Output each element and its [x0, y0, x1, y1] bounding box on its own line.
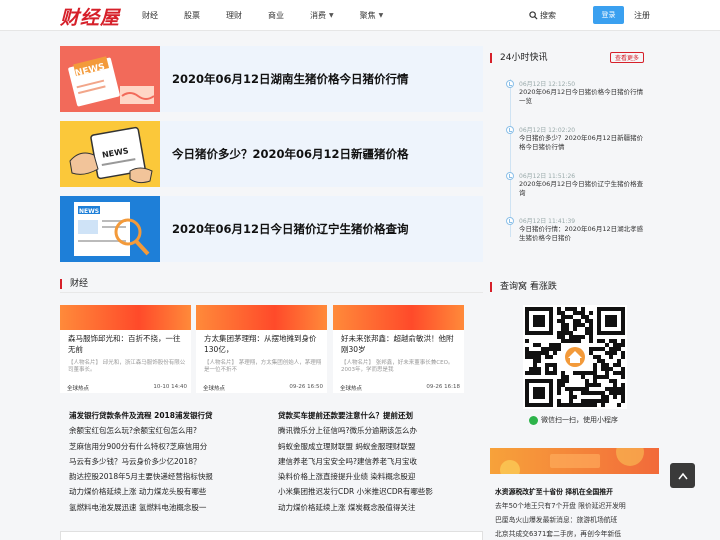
nav-label: 股票	[184, 11, 200, 20]
timeline-line	[510, 79, 511, 237]
card-banner	[60, 305, 191, 330]
list-item[interactable]: 芝麻信用分900分有什么特权?芝麻信用分	[69, 441, 249, 456]
register-link[interactable]: 注册	[634, 10, 650, 21]
flash-text: 今日猪价多少？2020年06月12日新疆猪价格今日猪价行情	[519, 134, 644, 151]
flash-text: 2020年06月12日今日猪价辽宁生猪价格查询	[519, 180, 644, 197]
back-to-top-button[interactable]	[670, 463, 695, 488]
side-list-item[interactable]: 水资源税改扩至十省份 择机在全国推开	[495, 486, 665, 496]
nav-label: 聚焦	[359, 11, 376, 20]
list-item[interactable]: 余额宝红包怎么玩?余额宝红包怎么用?	[69, 425, 249, 440]
card-title: 森马服饰邱光和：百折不挠，一往无前	[68, 334, 181, 354]
featured-article[interactable]: NEWS 今日猪价多少？2020年06月12日新疆猪价格	[60, 121, 483, 187]
qr-code	[523, 305, 627, 409]
side-banner[interactable]	[490, 448, 659, 474]
card-tag[interactable]: 全球热点	[67, 384, 89, 392]
caret-down-icon: ▼	[378, 12, 384, 19]
list-item[interactable]: 浦发银行贷款条件及流程 2018浦发银行贷	[69, 410, 249, 425]
clock-icon	[506, 80, 514, 88]
list-item[interactable]: 染料价格上涨直接提升业绩 染料概念股迎	[278, 471, 458, 486]
qr-caption-text: 微信扫一扫，使用小程序	[541, 416, 618, 424]
card-date: 10-10 14:40	[153, 384, 187, 390]
chevron-up-icon	[677, 472, 688, 479]
nav-label: 理财	[226, 11, 242, 20]
card-summary: 【人物名片】 茅理翔，方太集团创始人，茅理翔是一位不折不	[204, 360, 322, 373]
card-banner	[196, 305, 327, 330]
news-label: NEWS	[79, 208, 99, 215]
site-logo[interactable]: 财经屋	[60, 3, 120, 30]
list-item[interactable]: 小米集团推迟发行CDR 小米推迟CDR有哪些影	[278, 486, 458, 501]
wechat-icon	[529, 415, 538, 425]
list-item[interactable]: 韵达控股2018年5月主要快递经营指标快报	[69, 471, 249, 486]
qr-heading: 查询窝 看涨跌	[490, 282, 557, 292]
article-list-left: 浦发银行贷款条件及流程 2018浦发银行贷 余额宝红包怎么玩?余额宝红包怎么用?…	[69, 410, 249, 517]
nav-item-stocks[interactable]: 股票	[184, 0, 200, 31]
featured-article[interactable]: NEWS 2020年06月12日今日猪价辽宁生猪价格查询	[60, 196, 483, 262]
flash-text: 2020年06月12日今日猪价格今日猪价行情一览	[519, 88, 644, 105]
article-title: 今日猪价多少？2020年06月12日新疆猪价格	[172, 147, 409, 161]
nav-item-wealth[interactable]: 理财	[226, 0, 242, 31]
view-more-button[interactable]: 查看更多	[610, 52, 644, 63]
list-item[interactable]: 建信养老飞月宝安全吗?建信养老飞月宝收	[278, 456, 458, 471]
list-item[interactable]: 腾讯微乐分上征信吗?微乐分逾期该怎么办	[278, 425, 458, 440]
article-card[interactable]: 森马服饰邱光和：百折不挠，一往无前 【人物名片】 邱光和，浙江森马服饰股份有限公…	[60, 305, 191, 393]
nav-item-consumer[interactable]: 消费 ▼	[310, 0, 334, 31]
article-thumbnail: NEWS	[60, 121, 160, 187]
clock-icon	[506, 126, 514, 134]
flash-time: 06月12日 11:41:39	[519, 218, 576, 225]
top-header: 财经屋 财经 股票 理财 商业 消费 ▼ 聚焦 ▼ 搜索 登录 注册	[0, 0, 720, 31]
card-summary: 【人物名片】 张邦鑫，好未来董事长兼CEO。 2003年，学而思是我	[341, 360, 454, 373]
card-banner	[333, 305, 464, 330]
list-item[interactable]: 蚂蚁金服成立理财联盟 蚂蚁金服理财联盟	[278, 441, 458, 456]
card-tag[interactable]: 全球热点	[203, 384, 225, 392]
side-list-item[interactable]: 去年50个地王只有7个开盘 限价延迟开发明	[495, 500, 665, 510]
list-item[interactable]: 动力煤价格延续上涨 煤炭概念股值得关注	[278, 502, 458, 517]
article-title: 2020年06月12日今日猪价辽宁生猪价格查询	[172, 222, 409, 236]
nav-label: 消费	[310, 11, 326, 20]
clock-icon	[506, 217, 514, 225]
article-card[interactable]: 好未来张邦鑫：超越俞敏洪！他附刚30岁 【人物名片】 张邦鑫，好未来董事长兼CE…	[333, 305, 464, 393]
list-item[interactable]: 动力煤价格延续上涨 动力煤龙头股有哪些	[69, 486, 249, 501]
card-summary: 【人物名片】 邱光和，浙江森马服饰股份有限公司董事长。	[68, 360, 186, 373]
nav-item-focus[interactable]: 聚焦 ▼	[360, 0, 384, 31]
divider	[60, 292, 483, 293]
login-button[interactable]: 登录	[593, 6, 624, 24]
nav-item-finance[interactable]: 财经	[142, 0, 158, 31]
search-icon	[529, 11, 538, 20]
card-date: 09-26 16:50	[289, 384, 323, 390]
featured-article[interactable]: NEWS 2020年06月12日湖南生猪价格今日猪价行情	[60, 46, 483, 112]
list-item[interactable]: 马云有多少钱？马云身价多少亿2018？	[69, 456, 249, 471]
card-title: 方太集团茅理翔：从摆地摊到身价130亿，	[204, 334, 317, 354]
search-button[interactable]: 搜索	[529, 10, 556, 21]
finance-heading: 财经	[60, 279, 88, 289]
article-card[interactable]: 方太集团茅理翔：从摆地摊到身价130亿， 【人物名片】 茅理翔，方太集团创始人，…	[196, 305, 327, 393]
list-item[interactable]: 贷款买车提前还款要注意什么？提前还划	[278, 410, 458, 425]
flash-time: 06月12日 12:02:20	[519, 127, 576, 134]
main-nav: 财经 股票 理财 商业 消费 ▼ 聚焦 ▼	[142, 0, 409, 31]
flash-time: 06月12日 12:12:50	[519, 81, 576, 88]
search-label: 搜索	[540, 11, 556, 20]
article-list-right: 贷款买车提前还款要注意什么？提前还划 腾讯微乐分上征信吗?微乐分逾期该怎么办 蚂…	[278, 410, 458, 517]
flash-time: 06月12日 11:51:26	[519, 173, 576, 180]
qr-caption: 微信扫一扫，使用小程序	[529, 415, 618, 425]
article-thumbnail: NEWS	[60, 46, 160, 112]
next-section-box	[60, 531, 483, 540]
nav-label: 商业	[268, 11, 284, 20]
card-date: 09-26 16:18	[426, 384, 460, 390]
side-list-item[interactable]: 北京共成交6371套二手房，再创今年新低	[495, 528, 665, 538]
clock-icon	[506, 172, 514, 180]
flash-text: 今日猪价行情：2020年06月12日湖北孝感生猪价格今日猪价	[519, 225, 644, 242]
list-item[interactable]: 氢燃料电池发展迅速 氢燃料电池概念股一	[69, 502, 249, 517]
nav-item-business[interactable]: 商业	[268, 0, 284, 31]
card-tag[interactable]: 全球热点	[340, 384, 362, 392]
article-thumbnail: NEWS	[60, 196, 160, 262]
side-list-item[interactable]: 巴厘岛火山爆发最新消息：旅游机场航班	[495, 514, 665, 524]
flash-news-heading: 24小时快讯	[490, 53, 547, 63]
card-title: 好未来张邦鑫：超越俞敏洪！他附刚30岁	[341, 334, 454, 354]
article-title: 2020年06月12日湖南生猪价格今日猪价行情	[172, 72, 409, 86]
caret-down-icon: ▼	[329, 12, 334, 19]
nav-label: 财经	[142, 11, 158, 20]
